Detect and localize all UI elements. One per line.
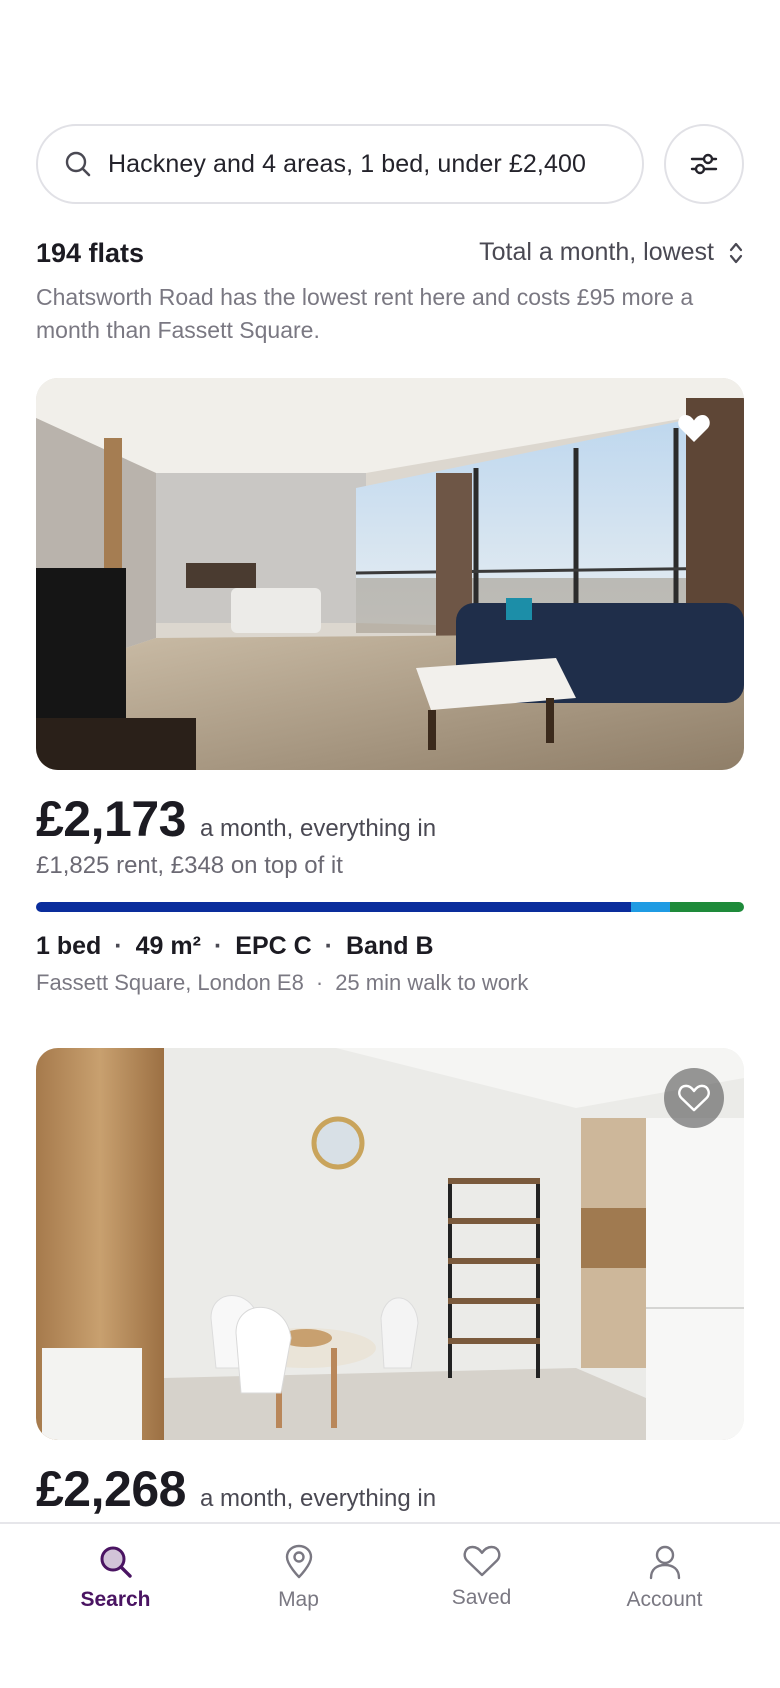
spec-beds: 1 bed: [36, 932, 102, 960]
cost-breakdown: £1,825 rent, £348 on top of it: [36, 852, 343, 879]
spec-epc: EPC C: [235, 932, 312, 960]
listing-photo[interactable]: [36, 378, 744, 770]
sort-label: Total a month, lowest: [479, 238, 714, 266]
save-listing-button[interactable]: [664, 1068, 724, 1128]
tab-label: Saved: [451, 1586, 512, 1609]
save-listing-button[interactable]: [664, 398, 724, 458]
spec-band: Band B: [346, 932, 434, 960]
tab-search[interactable]: Search: [18, 1524, 213, 1644]
search-input[interactable]: Hackney and 4 areas, 1 bed, under £2,400: [36, 124, 644, 204]
filters-button[interactable]: [664, 124, 744, 204]
search-row: Hackney and 4 areas, 1 bed, under £2,400: [36, 124, 744, 204]
separator-dot: ·: [213, 932, 223, 960]
sliders-icon: [690, 153, 718, 175]
tab-saved[interactable]: Saved: [384, 1524, 579, 1644]
sort-dropdown[interactable]: Total a month, lowest: [479, 238, 744, 267]
listing-price: £2,268: [36, 1461, 186, 1517]
heart-outline-icon: [678, 1084, 710, 1112]
cost-segment-tax: [669, 902, 744, 912]
user-icon: [649, 1545, 680, 1580]
tab-label: Account: [626, 1588, 703, 1611]
listing-price-row: £2,173 a month, everything in: [36, 790, 436, 848]
separator-dot: ·: [324, 932, 333, 960]
chevron-updown-icon: [729, 242, 743, 263]
listing-price-suffix: a month, everything in: [199, 815, 437, 842]
heart-filled-icon: [678, 415, 710, 442]
living-room-photo: [36, 378, 744, 770]
listing-specs: 1 bed · 49 m² · EPC C · Band B: [36, 932, 434, 961]
bottom-tab-bar: Search Map Saved Account: [0, 1522, 780, 1688]
spec-area: 49 m²: [135, 932, 201, 960]
listing-price: £2,173: [36, 791, 186, 847]
separator-dot: ·: [114, 932, 123, 960]
listing-location: Fassett Square, London E8 · 25 min walk …: [36, 970, 528, 996]
dining-room-photo: [36, 1048, 744, 1440]
map-pin-icon: [285, 1544, 312, 1579]
separator-dot: ·: [315, 970, 324, 995]
tab-map[interactable]: Map: [201, 1524, 396, 1644]
listing-address: Fassett Square, London E8: [36, 970, 304, 995]
results-count: 194 flats: [36, 238, 145, 268]
results-summary: Chatsworth Road has the lowest rent here…: [36, 284, 694, 343]
tab-label: Map: [278, 1588, 319, 1611]
cost-segment-rent: [36, 902, 631, 912]
search-icon: [100, 1546, 132, 1578]
tab-account[interactable]: Account: [567, 1524, 762, 1644]
search-icon: [65, 151, 91, 177]
listing-price-suffix: a month, everything in: [199, 1485, 437, 1512]
results-header: 194 flats Total a month, lowest: [36, 238, 744, 274]
cost-split-bar: [36, 902, 744, 912]
heart-icon: [463, 1545, 500, 1577]
listing-photo[interactable]: [36, 1048, 744, 1440]
listing-price-row: £2,268 a month, everything in: [36, 1460, 436, 1518]
search-query: Hackney and 4 areas, 1 bed, under £2,400: [108, 149, 586, 178]
cost-segment-bills: [630, 902, 670, 912]
listing-commute: 25 min walk to work: [335, 970, 529, 995]
tab-label: Search: [80, 1588, 151, 1611]
